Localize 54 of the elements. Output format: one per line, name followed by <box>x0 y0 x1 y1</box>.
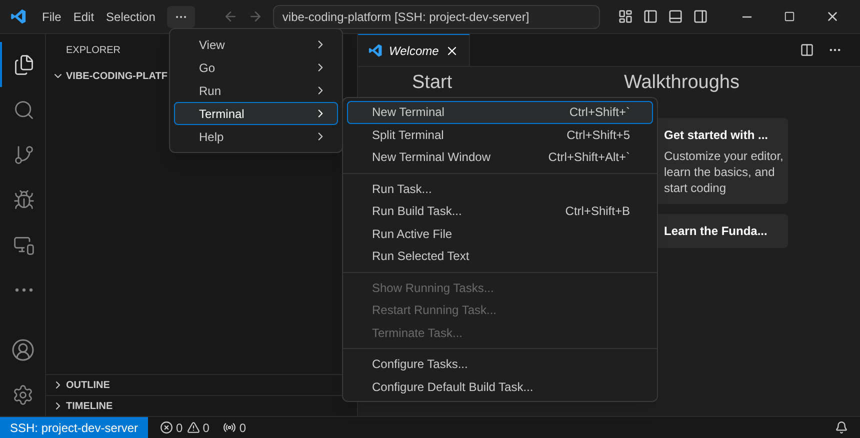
tab-label: Welcome <box>389 42 439 60</box>
layout-icon[interactable] <box>618 9 634 24</box>
logo-icon <box>10 8 26 25</box>
account-icon[interactable] <box>10 338 34 362</box>
bell-icon[interactable] <box>835 421 848 434</box>
maximize-icon[interactable] <box>784 11 795 22</box>
split-editor-icon[interactable] <box>800 43 814 57</box>
back-icon[interactable] <box>223 9 238 24</box>
submenu-entry[interactable]: New Terminal Ctrl+Shift+` <box>347 101 653 124</box>
remote-indicator[interactable]: SSH: project-dev-server <box>0 417 148 438</box>
panel-bottom-icon[interactable] <box>668 9 684 24</box>
panel-left-icon[interactable] <box>643 9 658 24</box>
walkthrough-description: Customize your editor, learn the basics, and start coding <box>664 148 784 196</box>
menu-entry[interactable]: Run <box>174 79 338 102</box>
menu-entry[interactable]: View <box>174 33 338 56</box>
error-count[interactable]: 0 <box>176 418 183 436</box>
section-header[interactable]: OUTLINE <box>52 378 110 392</box>
ports-icon[interactable] <box>223 421 236 434</box>
error-icon[interactable] <box>160 421 174 434</box>
branch-icon <box>12 144 34 166</box>
section-header[interactable]: TIMELINE <box>52 398 113 414</box>
editor-tab[interactable]: Welcome <box>358 34 470 66</box>
menu-entry[interactable]: Terminal <box>174 102 338 125</box>
start-heading: Start <box>412 71 454 95</box>
folder-name: VIBE-CODING-PLATF <box>66 70 168 84</box>
section-title: OUTLINE <box>66 378 110 392</box>
submenu-entry[interactable]: Run Selected Text <box>347 245 653 268</box>
files-icon <box>12 54 34 76</box>
forward-icon[interactable] <box>248 9 264 24</box>
folder-item[interactable]: VIBE-CODING-PLATF <box>52 66 168 86</box>
more-icon <box>14 288 32 292</box>
section-title: TIMELINE <box>66 400 113 414</box>
ports-count[interactable]: 0 <box>239 418 246 436</box>
submenu-entry[interactable]: Configure Tasks... <box>347 353 653 376</box>
bug-icon <box>12 188 34 210</box>
menu-item[interactable]: File <box>36 8 68 26</box>
logo-icon <box>368 43 383 58</box>
search-icon <box>12 98 34 120</box>
settings-icon[interactable] <box>12 384 34 406</box>
warning-count[interactable]: 0 <box>202 418 210 436</box>
more-menu-button[interactable]: ··· <box>167 6 196 28</box>
sidebar-title: EXPLORER <box>66 44 120 58</box>
walkthrough-title: Get started with ... <box>664 126 770 144</box>
menu-item[interactable]: Selection <box>100 8 162 26</box>
warning-icon[interactable] <box>186 421 200 434</box>
close-icon[interactable] <box>825 9 840 24</box>
menu-entry[interactable]: Help <box>174 125 338 148</box>
walkthrough-title: Learn the Funda... <box>664 222 768 240</box>
walkthroughs-heading: Walkthroughs <box>624 71 740 95</box>
command-center[interactable]: vibe-coding-platform [SSH: project-dev-server] <box>273 4 600 28</box>
menu-item[interactable]: Edit <box>67 8 100 26</box>
menu-entry[interactable]: Go <box>174 56 338 79</box>
submenu-entry[interactable]: Configure Default Build Task... <box>347 376 653 398</box>
panel-right-icon[interactable] <box>693 9 708 24</box>
